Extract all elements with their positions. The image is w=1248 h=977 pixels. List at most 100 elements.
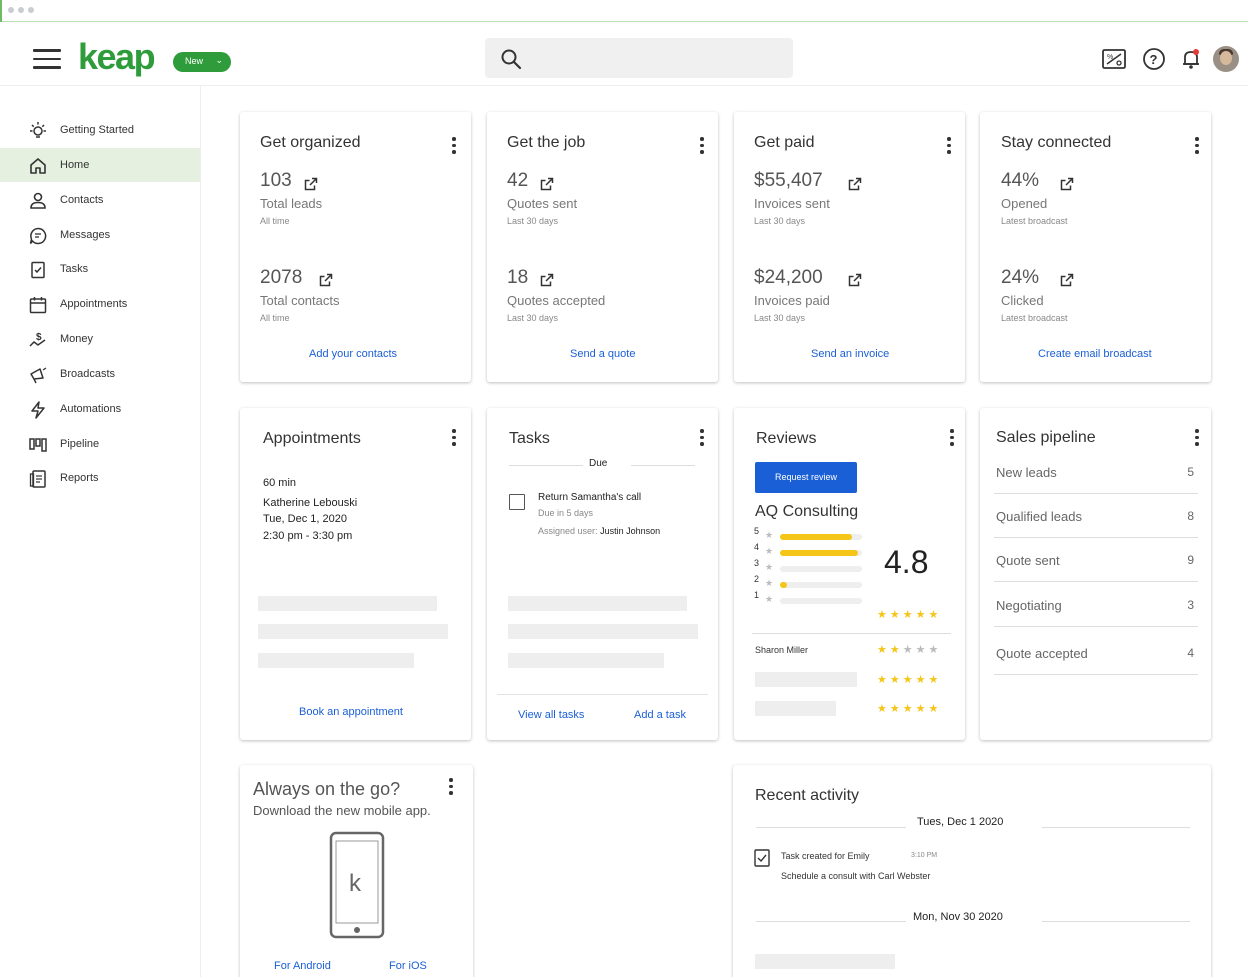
more-options-icon[interactable] — [699, 137, 705, 155]
sidebar-item-tasks[interactable]: Tasks — [0, 252, 200, 286]
placeholder-line — [755, 672, 857, 687]
more-options-icon[interactable] — [451, 137, 457, 155]
pipeline-stage-row[interactable]: Quote accepted 4 — [994, 631, 1198, 675]
card-title: Tasks — [509, 430, 550, 447]
stat-label: Clicked — [1001, 293, 1044, 308]
card-title: Always on the go? — [253, 779, 401, 799]
notification-bell-icon[interactable] — [1178, 46, 1204, 72]
pipeline-stage-row[interactable]: Negotiating 3 — [994, 583, 1198, 627]
money-icon: $ — [29, 332, 46, 347]
sidebar-item-label: Broadcasts — [60, 368, 116, 380]
add-contacts-link[interactable]: Add your contacts — [309, 348, 397, 360]
person-icon — [30, 192, 46, 209]
task-checkbox[interactable] — [509, 494, 525, 510]
review-stars: ★★★★★ — [877, 644, 942, 656]
activity-item-title[interactable]: Task created for Emily — [781, 851, 870, 861]
sidebar-item-pipeline[interactable]: Pipeline — [0, 427, 200, 461]
book-appointment-link[interactable]: Book an appointment — [299, 706, 403, 718]
rating-bar-fill — [780, 550, 858, 556]
sidebar-item-label: Getting Started — [60, 124, 134, 136]
more-options-icon[interactable] — [451, 429, 457, 447]
divider — [1042, 921, 1190, 922]
view-all-tasks-link[interactable]: View all tasks — [518, 709, 584, 721]
rating-bar-track — [780, 582, 862, 588]
sidebar-item-automations[interactable]: Automations — [0, 392, 200, 426]
external-link-icon[interactable] — [540, 273, 554, 287]
top-header: keap New ⌄ % ? — [0, 22, 1248, 86]
pipeline-icon — [29, 438, 47, 452]
help-icon[interactable]: ? — [1141, 46, 1167, 72]
sidebar-item-label: Reports — [60, 472, 99, 484]
more-options-icon[interactable] — [448, 778, 454, 796]
add-task-link[interactable]: Add a task — [634, 709, 686, 721]
window-controls[interactable] — [8, 7, 34, 13]
sidebar-item-home[interactable]: Home — [0, 148, 200, 182]
sidebar-item-contacts[interactable]: Contacts — [0, 183, 200, 217]
sidebar-item-appointments[interactable]: Appointments — [0, 287, 200, 321]
sidebar-item-money[interactable]: $ Money — [0, 322, 200, 356]
sidebar: Getting Started Home Contacts Messages T… — [0, 86, 201, 977]
search-input[interactable] — [485, 38, 793, 78]
sidebar-item-broadcasts[interactable]: Broadcasts — [0, 357, 200, 391]
chat-icon — [29, 227, 47, 245]
rating-bar-track — [780, 598, 862, 604]
pipeline-stage-row[interactable]: Qualified leads 8 — [994, 494, 1198, 538]
external-link-icon[interactable] — [304, 177, 318, 191]
rating-bar-fill — [780, 582, 787, 588]
sidebar-item-getting-started[interactable]: Getting Started — [0, 113, 200, 147]
window-titlebar — [0, 0, 1248, 22]
user-avatar[interactable] — [1213, 46, 1239, 72]
assigned-user: Justin Johnson — [600, 526, 661, 536]
placeholder-line — [258, 653, 414, 668]
stat-value: $55,407 — [754, 170, 823, 191]
more-options-icon[interactable] — [1194, 137, 1200, 155]
stat-period: Last 30 days — [754, 216, 806, 226]
external-link-icon[interactable] — [848, 177, 862, 191]
placeholder-line — [508, 596, 687, 611]
stage-count: 5 — [1187, 465, 1194, 479]
phone-icon: k — [329, 831, 385, 939]
task-checklist-icon — [754, 849, 770, 867]
report-icon — [29, 470, 46, 488]
sidebar-item-label: Messages — [60, 229, 111, 241]
external-link-icon[interactable] — [540, 177, 554, 191]
more-options-icon[interactable] — [1194, 429, 1200, 447]
quick-quote-icon[interactable]: % — [1101, 46, 1127, 72]
more-options-icon[interactable] — [699, 429, 705, 447]
menu-icon[interactable] — [33, 49, 61, 69]
external-link-icon[interactable] — [848, 273, 862, 287]
send-quote-link[interactable]: Send a quote — [570, 348, 635, 360]
rating-bar-track — [780, 566, 862, 572]
stat-period: Last 30 days — [507, 313, 559, 323]
create-broadcast-link[interactable]: Create email broadcast — [1038, 348, 1152, 360]
svg-text:%: % — [1107, 54, 1113, 61]
new-button[interactable]: New ⌄ — [173, 52, 231, 72]
external-link-icon[interactable] — [1060, 177, 1074, 191]
sidebar-item-reports[interactable]: Reports — [0, 461, 200, 495]
external-link-icon[interactable] — [1060, 273, 1074, 287]
appointment-contact[interactable]: Katherine Lebouski — [263, 497, 357, 509]
appointment-duration: 60 min — [263, 477, 297, 489]
rating-bar-label: 5 — [754, 526, 760, 536]
divider — [509, 465, 583, 466]
sidebar-item-messages[interactable]: Messages — [0, 218, 200, 252]
send-invoice-link[interactable]: Send an invoice — [811, 348, 889, 360]
stage-name: New leads — [996, 465, 1057, 480]
android-download-link[interactable]: For Android — [274, 960, 331, 972]
request-review-button[interactable]: Request review — [755, 462, 857, 493]
star-icon: ★ — [765, 530, 774, 540]
pipeline-stage-row[interactable]: Quote sent 9 — [994, 538, 1198, 582]
due-header: Due — [589, 458, 608, 469]
pipeline-stage-row[interactable]: New leads 5 — [994, 450, 1198, 494]
external-link-icon[interactable] — [319, 273, 333, 287]
more-options-icon[interactable] — [949, 429, 955, 447]
task-title[interactable]: Return Samantha's call — [538, 492, 641, 503]
divider — [752, 633, 951, 634]
star-icon: ★ — [765, 562, 774, 572]
review-stars: ★★★★★ — [877, 703, 942, 715]
more-options-icon[interactable] — [946, 137, 952, 155]
reviewer-name: Sharon Miller — [755, 645, 809, 655]
keap-logo[interactable]: keap — [78, 36, 156, 78]
stat-label: Opened — [1001, 196, 1048, 211]
ios-download-link[interactable]: For iOS — [389, 960, 427, 972]
